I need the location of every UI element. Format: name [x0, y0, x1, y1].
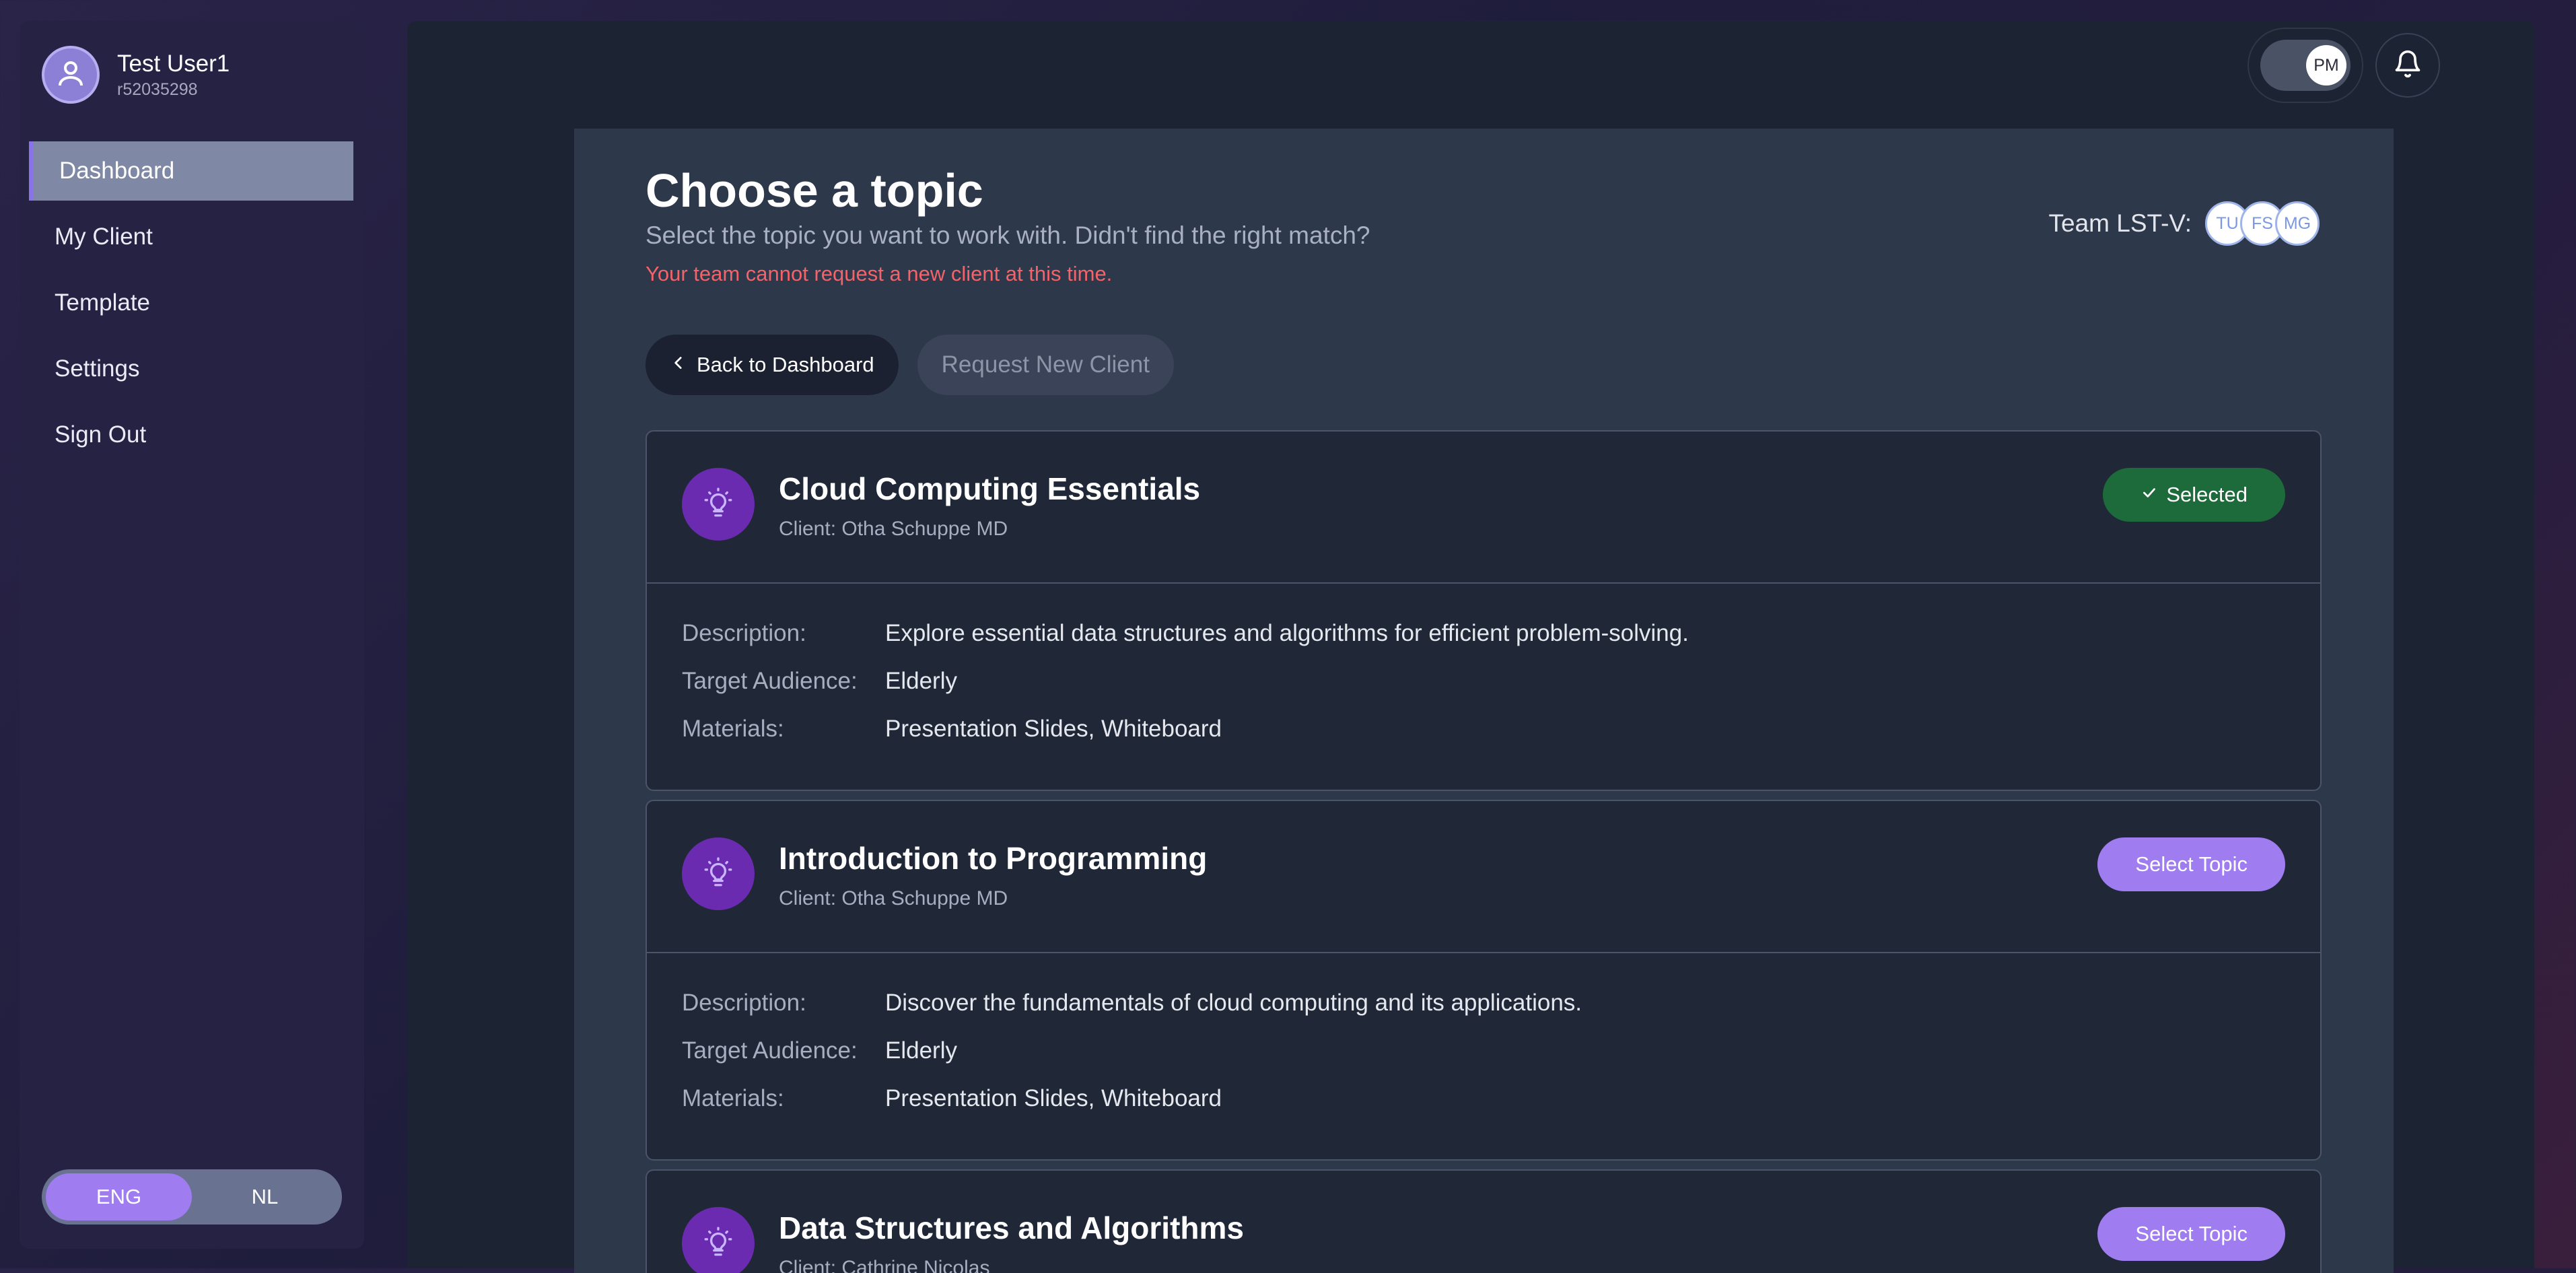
role-toggle-wrapper: PM: [2248, 28, 2363, 103]
topic-card-header: Cloud Computing Essentials Client: Otha …: [647, 432, 2320, 584]
topic-card-header: Data Structures and Algorithms Client: C…: [647, 1171, 2320, 1273]
sidebar-item-template[interactable]: Template: [29, 273, 353, 333]
topic-card: Cloud Computing Essentials Client: Otha …: [646, 430, 2322, 791]
materials-label: Materials:: [682, 1085, 784, 1111]
topic-description-row: Description: Discover the fundamentals o…: [682, 979, 2285, 1027]
bell-icon: [2393, 49, 2423, 82]
topic-client: Client: Otha Schuppe MD: [779, 887, 1008, 909]
topic-description-row: Description: Explore essential data stru…: [682, 609, 2285, 657]
page-subtitle: Select the topic you want to work with. …: [646, 221, 1370, 249]
page-title: Choose a topic: [646, 164, 983, 217]
topic-card: Introduction to Programming Client: Otha…: [646, 800, 2322, 1161]
role-toggle[interactable]: PM: [2260, 40, 2351, 91]
team-info: Team LST-V: TU FS MG: [2049, 201, 2320, 246]
topic-card-header: Introduction to Programming Client: Otha…: [647, 801, 2320, 953]
topic-content: Choose a topic Select the topic you want…: [574, 129, 2394, 1273]
topic-icon-circle: [682, 837, 755, 910]
topic-materials-row: Materials: Presentation Slides, Whiteboa…: [682, 1074, 2285, 1122]
team-label: Team LST-V:: [2048, 209, 2192, 237]
topic-materials: Presentation Slides, Whiteboard: [885, 1085, 1222, 1111]
user-avatar[interactable]: [42, 46, 100, 104]
lightbulb-icon: [701, 1225, 735, 1262]
select-topic-button[interactable]: Select Topic: [2097, 837, 2285, 891]
topic-card-body: Description: Discover the fundamentals o…: [647, 953, 2320, 1159]
topic-target-audience: Elderly: [885, 1037, 957, 1064]
sidebar-item-settings[interactable]: Settings: [29, 339, 353, 399]
topic-title: Introduction to Programming: [779, 841, 1208, 876]
team-member-avatar[interactable]: MG: [2275, 201, 2320, 246]
topic-icon-circle: [682, 1207, 755, 1273]
language-switch: ENG NL: [42, 1169, 342, 1225]
target-audience-label: Target Audience:: [682, 1037, 858, 1064]
sidebar-item-sign-out[interactable]: Sign Out: [29, 405, 353, 465]
materials-label: Materials:: [682, 715, 784, 742]
user-name: Test User1: [117, 50, 230, 77]
topic-description: Explore essential data structures and al…: [885, 619, 1689, 646]
sidebar-nav: Dashboard My Client Template Settings Si…: [29, 141, 353, 471]
topic-card-body: Description: Explore essential data stru…: [647, 584, 2320, 790]
top-actions: PM: [2248, 28, 2440, 103]
topic-title: Data Structures and Algorithms: [779, 1210, 1244, 1245]
user-profile: Test User1 r52035298: [42, 46, 230, 104]
user-icon: [55, 57, 87, 93]
main-panel: PM Choose a topic Select the topic you w…: [407, 21, 2534, 1273]
notifications-button[interactable]: [2375, 33, 2440, 98]
topic-icon-circle: [682, 468, 755, 541]
request-new-client-button[interactable]: Request New Client: [917, 335, 1174, 395]
topic-client: Client: Otha Schuppe MD: [779, 518, 1008, 540]
target-audience-label: Target Audience:: [682, 667, 858, 694]
topic-title: Cloud Computing Essentials: [779, 471, 1201, 506]
selected-badge: Selected: [2103, 468, 2285, 522]
topic-materials: Presentation Slides, Whiteboard: [885, 715, 1222, 742]
topic-audience-row: Target Audience: Elderly: [682, 1027, 2285, 1074]
warning-message: Your team cannot request a new client at…: [646, 262, 1113, 285]
chevron-left-icon: [670, 353, 687, 377]
sidebar-item-my-client[interactable]: My Client: [29, 207, 353, 267]
action-buttons: Back to Dashboard Request New Client: [646, 335, 1174, 395]
sidebar-item-dashboard[interactable]: Dashboard: [29, 141, 353, 201]
topic-target-audience: Elderly: [885, 667, 957, 694]
topic-card: Data Structures and Algorithms Client: C…: [646, 1169, 2322, 1273]
role-toggle-knob: PM: [2306, 45, 2346, 85]
check-icon: [2140, 483, 2158, 507]
topic-materials-row: Materials: Presentation Slides, Whiteboa…: [682, 705, 2285, 753]
select-topic-button[interactable]: Select Topic: [2097, 1207, 2285, 1261]
lightbulb-icon: [701, 486, 735, 523]
topic-client: Client: Cathrine Nicolas: [779, 1257, 990, 1273]
description-label: Description:: [682, 619, 806, 646]
sidebar: Test User1 r52035298 Dashboard My Client…: [20, 21, 364, 1249]
back-button-label: Back to Dashboard: [697, 353, 874, 376]
back-to-dashboard-button[interactable]: Back to Dashboard: [646, 335, 899, 395]
topic-description: Discover the fundamentals of cloud compu…: [885, 989, 1582, 1016]
description-label: Description:: [682, 989, 806, 1016]
language-option-nl[interactable]: NL: [192, 1173, 338, 1220]
language-option-eng[interactable]: ENG: [46, 1173, 192, 1220]
user-id: r52035298: [117, 80, 198, 99]
lightbulb-icon: [701, 856, 735, 893]
team-avatars: TU FS MG: [2205, 201, 2320, 246]
selected-label: Selected: [2166, 483, 2248, 506]
topic-audience-row: Target Audience: Elderly: [682, 657, 2285, 705]
